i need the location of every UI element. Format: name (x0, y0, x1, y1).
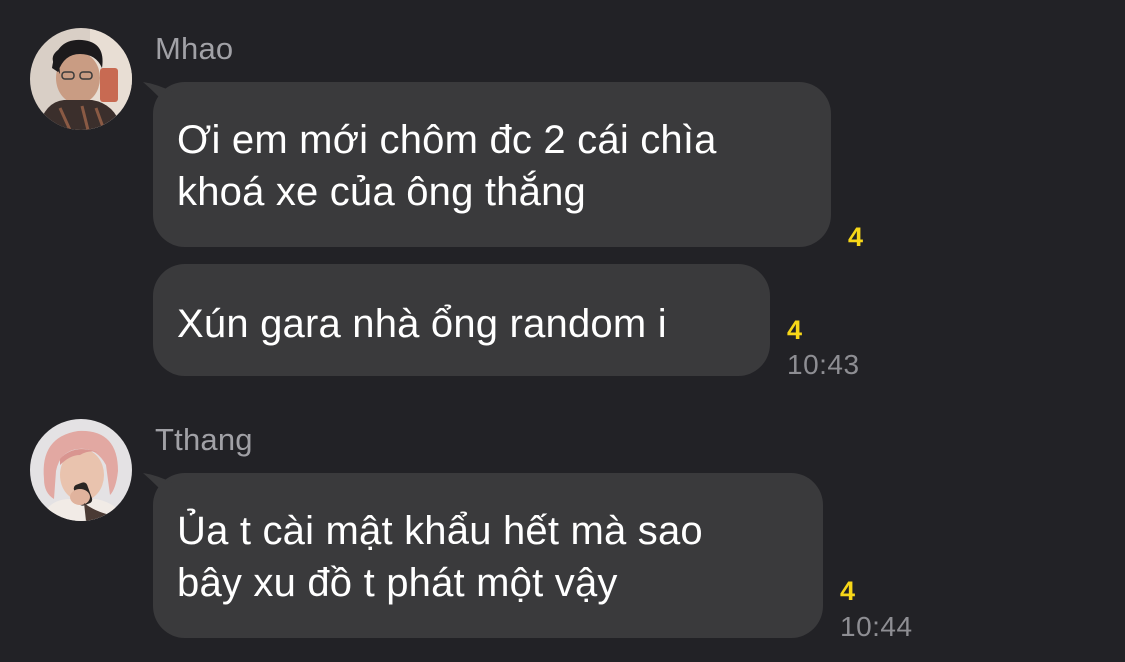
message-line: bây xu đồ t phát một vậy (177, 561, 618, 605)
bubble-tail-icon (143, 82, 173, 112)
bubble-tail-icon (143, 473, 173, 503)
message-text: Xún gara nhà ổng random i (177, 264, 746, 350)
sender-name: Tthang (155, 422, 253, 457)
message-text: Ơi em mới chôm đc 2 cái chìa khoá xe của… (177, 82, 807, 218)
unread-count: 4 (848, 222, 864, 252)
avatar[interactable] (30, 28, 132, 130)
unread-count: 4 (787, 315, 803, 345)
chat-view[interactable]: Mhao Ơi em mới chôm đc 2 cái chìa khoá x… (0, 0, 1125, 662)
profile-photo-mhao-icon (30, 28, 132, 130)
message-bubble[interactable]: Ủa t cài mật khẩu hết mà sao bây xu đồ t… (143, 473, 823, 638)
message-line: Ơi em mới chôm đc 2 cái chìa (177, 118, 717, 162)
message-timestamp: 10:43 (787, 349, 860, 380)
message-bubble[interactable]: Ơi em mới chôm đc 2 cái chìa khoá xe của… (143, 82, 831, 247)
message-timestamp: 10:44 (840, 611, 913, 642)
profile-photo-tthang-icon (30, 419, 132, 521)
message-line: Xún gara nhà ổng random i (177, 302, 667, 346)
unread-count: 4 (840, 576, 856, 606)
message-line: Ủa t cài mật khẩu hết mà sao (177, 509, 703, 553)
sender-name: Mhao (155, 31, 234, 66)
avatar[interactable] (30, 419, 132, 521)
message-text: Ủa t cài mật khẩu hết mà sao bây xu đồ t… (177, 473, 799, 609)
message-bubble[interactable]: Xún gara nhà ổng random i (153, 264, 770, 376)
message-line: khoá xe của ông thắng (177, 170, 586, 214)
